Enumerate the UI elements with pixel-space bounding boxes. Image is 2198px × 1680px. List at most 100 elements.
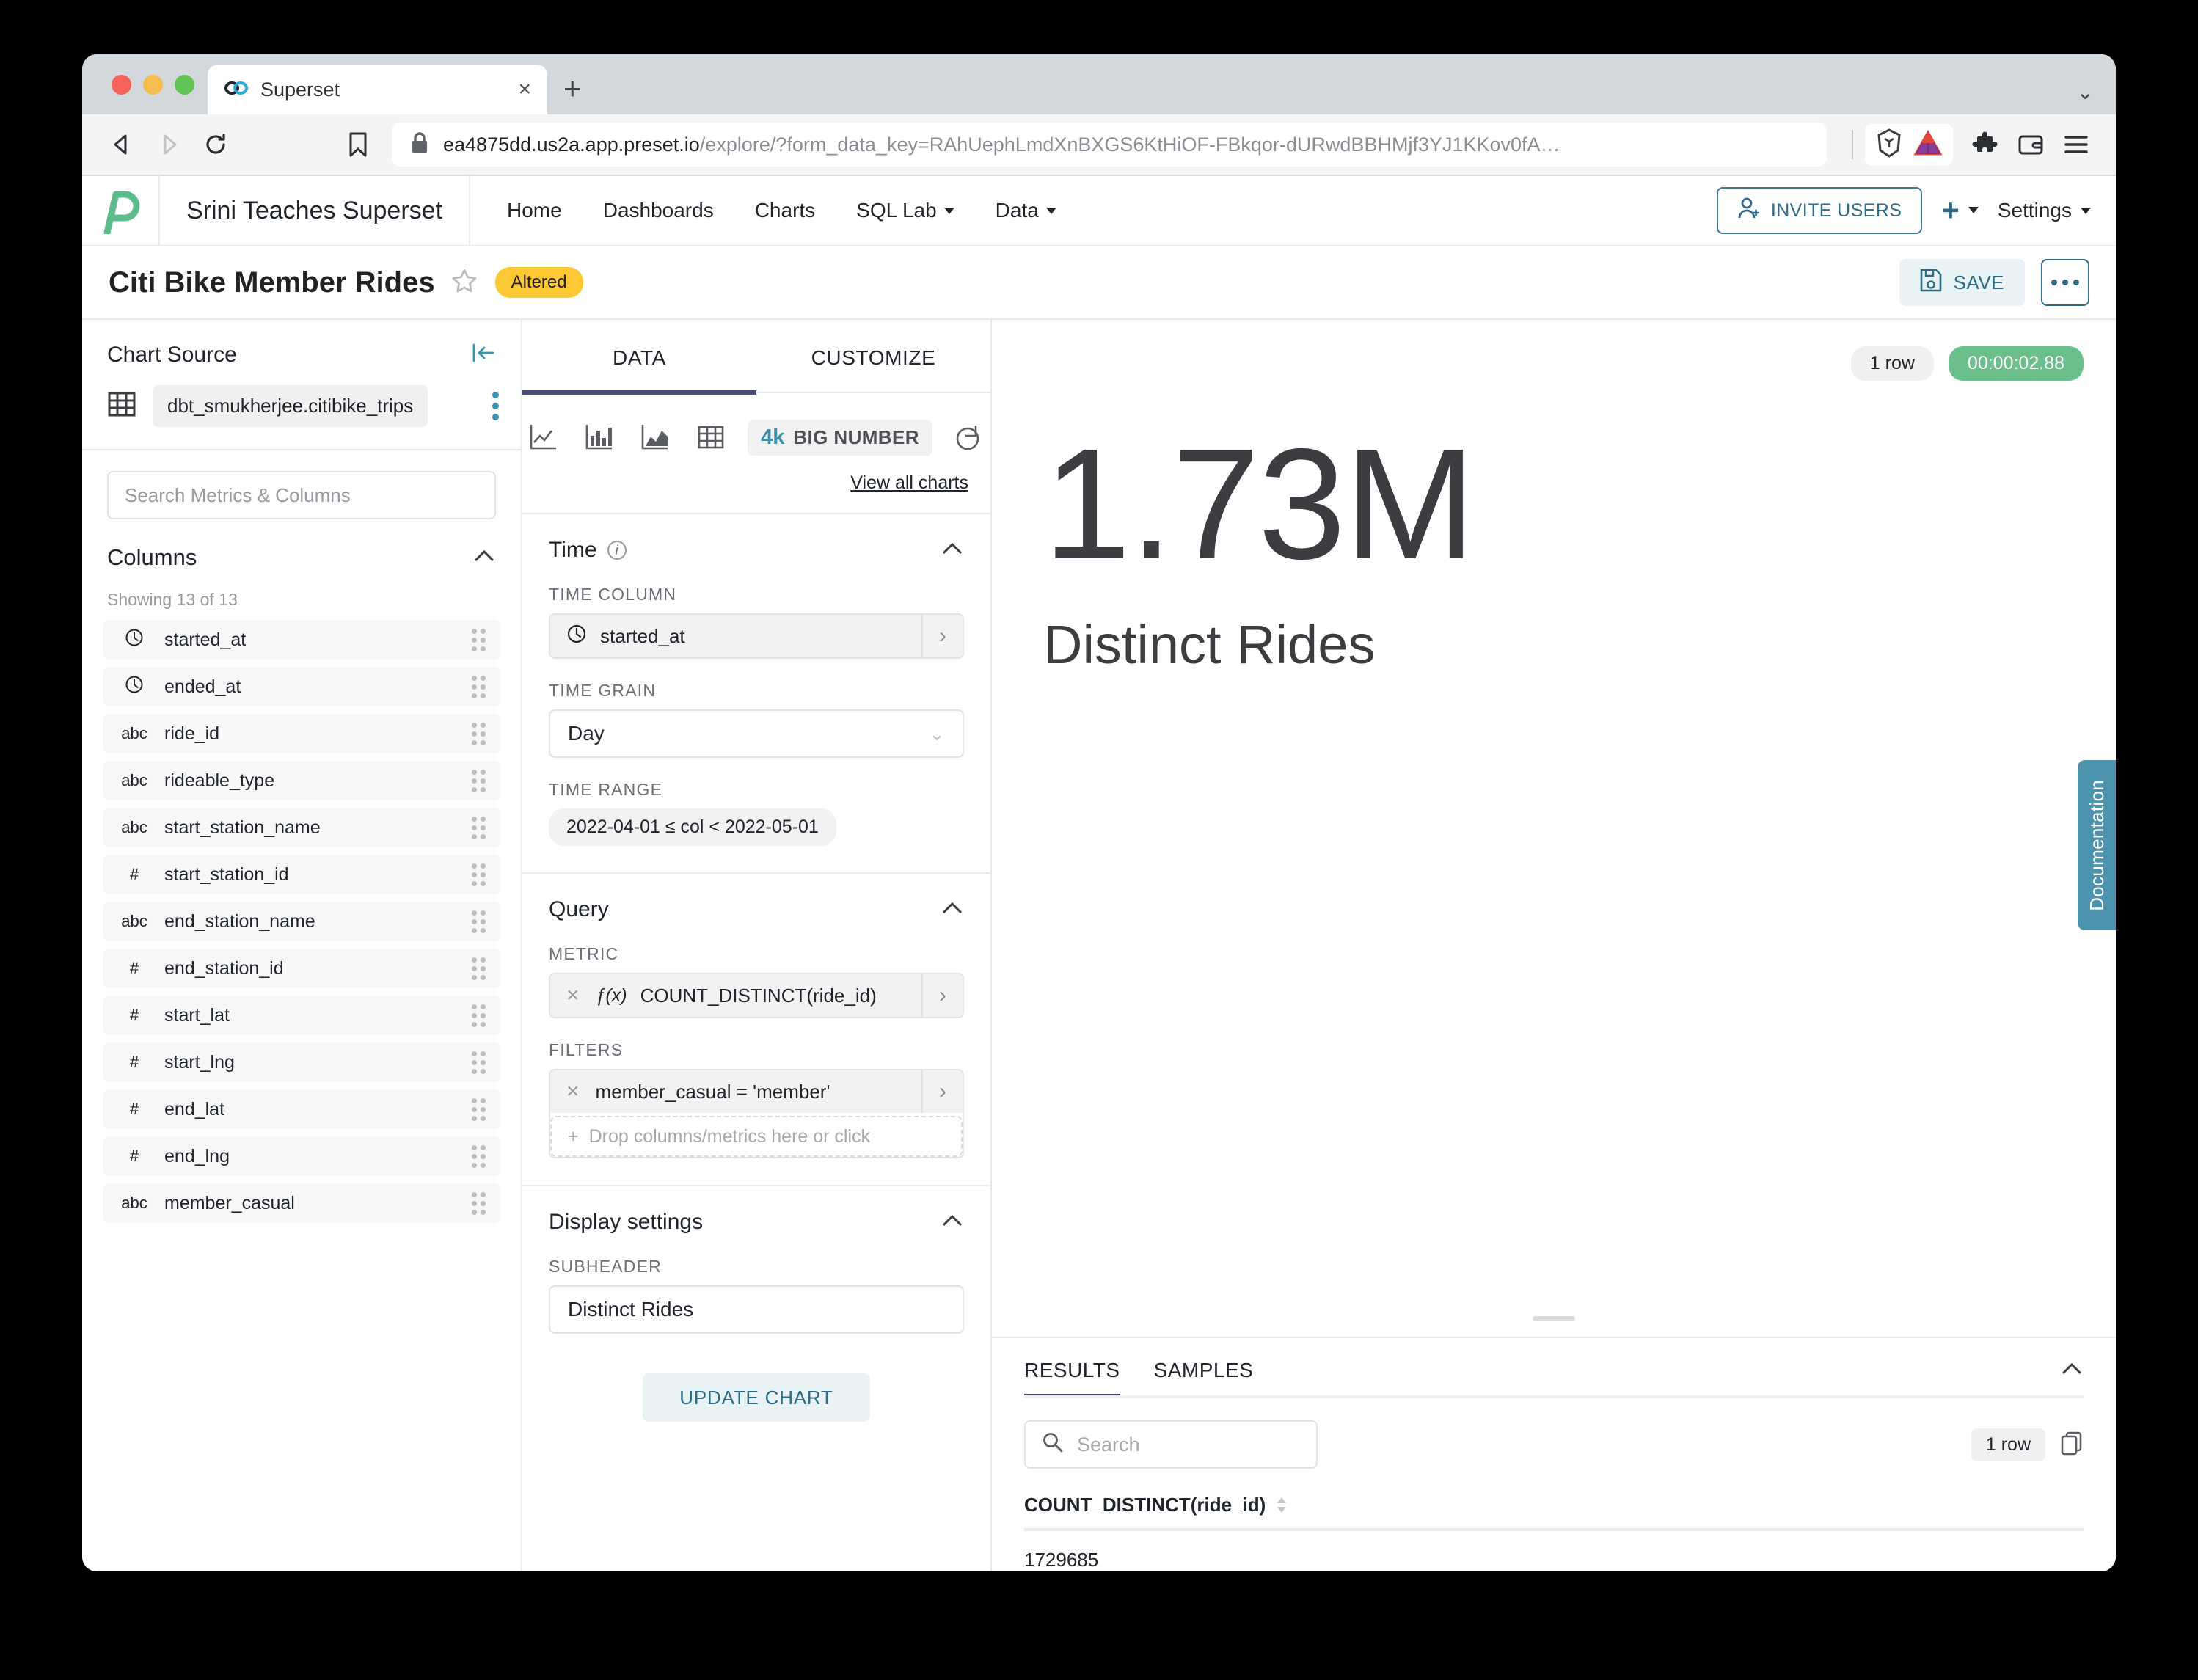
filter-value-wrap[interactable]: × member_casual = 'member' <box>550 1070 921 1113</box>
new-item-menu[interactable]: + <box>1941 195 1979 226</box>
results-search-input[interactable]: Search <box>1024 1420 1318 1469</box>
query-section-header[interactable]: Query <box>549 897 964 922</box>
list-item[interactable]: abc rideable_type <box>103 761 500 800</box>
drag-handle-icon[interactable] <box>472 1098 486 1121</box>
results-table-header[interactable]: COUNT_DISTINCT(ride_id) <box>1024 1494 2084 1531</box>
list-item[interactable]: # start_lng <box>103 1042 500 1082</box>
info-icon[interactable]: i <box>607 541 627 560</box>
panel-resize-handle[interactable] <box>992 1316 2116 1337</box>
search-metrics-columns-input[interactable]: Search Metrics & Columns <box>107 471 496 519</box>
nav-item-charts[interactable]: Charts <box>734 199 836 222</box>
browser-tab-superset[interactable]: Superset × <box>208 65 547 114</box>
bar-chart-icon[interactable] <box>580 418 618 456</box>
extensions-icon[interactable] <box>1965 124 2006 165</box>
nav-item-dashboards[interactable]: Dashboards <box>583 199 734 222</box>
collapse-panel-icon[interactable] <box>471 342 496 368</box>
nav-item-data[interactable]: Data <box>975 199 1077 222</box>
line-chart-icon[interactable] <box>525 418 563 456</box>
list-item[interactable]: ended_at <box>103 667 500 706</box>
dataset-name[interactable]: dbt_smukherjee.citibike_trips <box>153 385 428 427</box>
drag-handle-icon[interactable] <box>472 675 486 698</box>
table-chart-icon[interactable] <box>692 418 730 456</box>
nav-item-home[interactable]: Home <box>486 199 583 222</box>
dataset-menu-icon[interactable] <box>492 392 499 420</box>
documentation-tab[interactable]: Documentation <box>2078 760 2116 930</box>
collapse-results-icon[interactable] <box>2060 1361 2084 1397</box>
more-options-button[interactable] <box>2041 259 2089 306</box>
chevron-up-icon[interactable] <box>941 900 964 920</box>
reload-button[interactable] <box>195 124 236 165</box>
list-item[interactable]: # end_lng <box>103 1136 500 1176</box>
maximize-window-button[interactable] <box>175 74 194 95</box>
time-grain-select[interactable]: Day ⌄ <box>549 709 964 758</box>
forward-button[interactable] <box>148 124 189 165</box>
tab-samples[interactable]: SAMPLES <box>1154 1359 1254 1398</box>
close-icon[interactable]: × <box>518 78 531 101</box>
back-button[interactable] <box>101 124 142 165</box>
sort-icon[interactable] <box>1276 1497 1288 1513</box>
list-item[interactable]: abc member_casual <box>103 1183 500 1223</box>
columns-section-header[interactable]: Columns <box>82 519 521 571</box>
update-chart-button[interactable]: UPDATE CHART <box>643 1373 870 1422</box>
drag-handle-icon[interactable] <box>472 628 486 651</box>
filter-dropzone[interactable]: + Drop columns/metrics here or click <box>550 1116 963 1157</box>
browser-menu-icon[interactable] <box>2056 124 2097 165</box>
invite-users-button[interactable]: INVITE USERS <box>1716 187 1923 234</box>
chevron-down-icon[interactable]: ⌄ <box>2077 80 2094 104</box>
chevron-right-icon[interactable]: › <box>921 974 963 1017</box>
tab-results[interactable]: RESULTS <box>1024 1359 1120 1398</box>
wallet-icon[interactable] <box>2010 124 2051 165</box>
subheader-input[interactable]: Distinct Rides <box>549 1285 964 1334</box>
nav-item-sql-lab[interactable]: SQL Lab <box>836 199 974 222</box>
brave-rewards-icon[interactable] <box>1913 129 1943 160</box>
time-column-control[interactable]: started_at › <box>549 613 964 659</box>
drag-handle-icon[interactable] <box>472 910 486 933</box>
minimize-window-button[interactable] <box>143 74 163 95</box>
save-button[interactable]: SAVE <box>1899 259 2025 306</box>
remove-filter-icon[interactable]: × <box>566 1079 583 1104</box>
time-range-value[interactable]: 2022-04-01 ≤ col < 2022-05-01 <box>549 808 836 846</box>
chevron-up-icon[interactable] <box>941 541 964 560</box>
drag-handle-icon[interactable] <box>472 1144 486 1168</box>
drag-handle-icon[interactable] <box>472 816 486 839</box>
display-settings-header[interactable]: Display settings <box>549 1210 964 1235</box>
address-bar[interactable]: ea4875dd.us2a.app.preset.io/explore/?for… <box>392 123 1827 167</box>
tab-customize[interactable]: CUSTOMIZE <box>756 320 990 392</box>
drag-handle-icon[interactable] <box>472 1051 486 1074</box>
remove-metric-icon[interactable]: × <box>566 983 583 1008</box>
chevron-up-icon[interactable] <box>472 548 496 568</box>
new-tab-button[interactable]: + <box>563 73 582 104</box>
list-item[interactable]: # end_station_id <box>103 949 500 988</box>
close-window-button[interactable] <box>112 74 131 95</box>
tab-data[interactable]: DATA <box>522 320 756 395</box>
drag-handle-icon[interactable] <box>472 1191 486 1215</box>
list-item[interactable]: abc ride_id <box>103 714 500 753</box>
area-chart-icon[interactable] <box>636 418 674 456</box>
metric-control[interactable]: × ƒ(x) COUNT_DISTINCT(ride_id) › <box>549 973 964 1018</box>
pie-chart-icon[interactable] <box>950 418 988 456</box>
drag-handle-icon[interactable] <box>472 1004 486 1027</box>
copy-icon[interactable] <box>2060 1431 2084 1459</box>
favorite-star-icon[interactable] <box>451 268 478 298</box>
preset-logo-icon[interactable] <box>82 175 160 246</box>
settings-menu[interactable]: Settings <box>1998 199 2091 222</box>
list-item[interactable]: # end_lat <box>103 1089 500 1129</box>
drag-handle-icon[interactable] <box>472 722 486 745</box>
list-item[interactable]: abc end_station_name <box>103 902 500 941</box>
list-item[interactable]: started_at <box>103 620 500 660</box>
drag-handle-icon[interactable] <box>472 769 486 792</box>
chevron-up-icon[interactable] <box>941 1213 964 1232</box>
chevron-down-icon: ⌄ <box>929 722 945 745</box>
view-all-charts-link[interactable]: View all charts <box>850 472 968 493</box>
time-section-header[interactable]: Time i <box>549 538 964 563</box>
drag-handle-icon[interactable] <box>472 863 486 886</box>
list-item[interactable]: # start_lat <box>103 996 500 1035</box>
bookmark-icon[interactable] <box>337 124 379 165</box>
list-item[interactable]: # start_station_id <box>103 855 500 894</box>
chevron-right-icon[interactable]: › <box>921 615 963 657</box>
viz-type-big-number[interactable]: 4k BIG NUMBER <box>748 419 932 456</box>
brave-lion-icon[interactable] <box>1875 128 1903 161</box>
chevron-right-icon[interactable]: › <box>921 1070 963 1113</box>
list-item[interactable]: abc start_station_name <box>103 808 500 847</box>
drag-handle-icon[interactable] <box>472 957 486 980</box>
